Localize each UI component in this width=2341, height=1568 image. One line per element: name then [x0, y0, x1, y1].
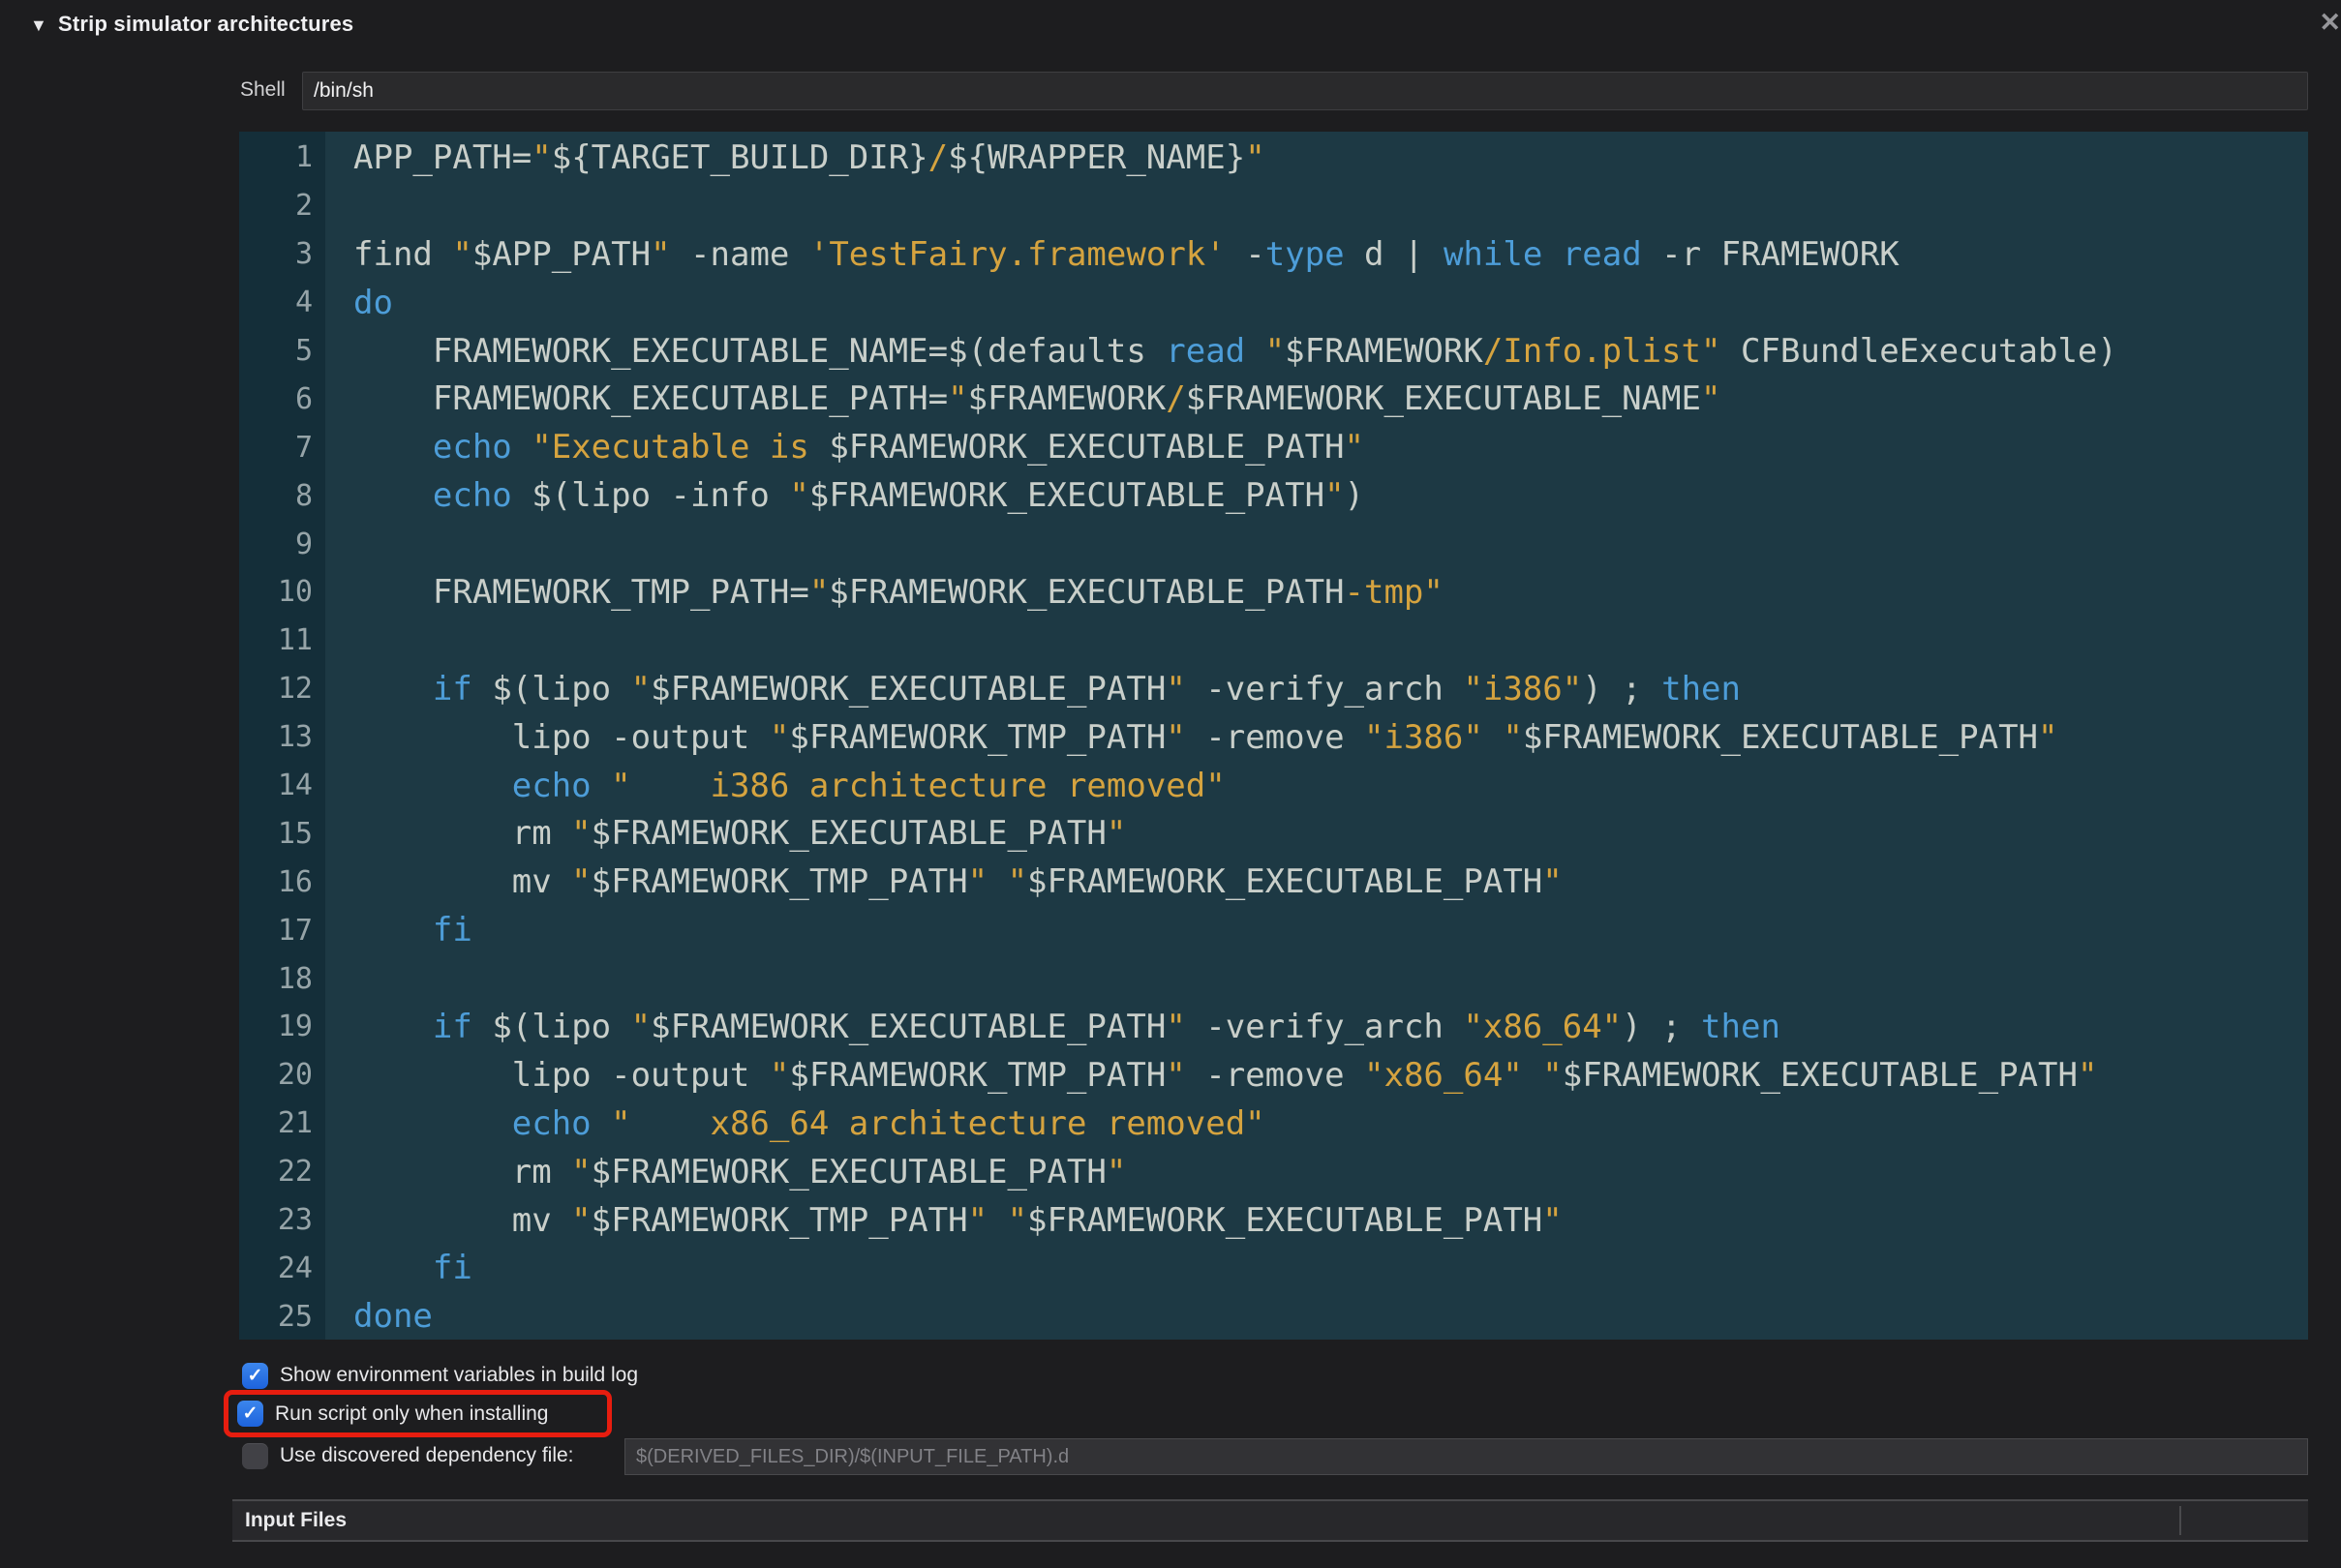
line-number: 15: [277, 816, 313, 851]
code-line: 18: [239, 954, 2308, 1003]
code-text: find "$APP_PATH" -name 'TestFairy.framew…: [353, 234, 1900, 274]
line-number: 1: [294, 140, 313, 175]
code-text: do: [353, 283, 393, 322]
code-line: 24 fi: [239, 1244, 2308, 1292]
input-files-header: Input Files: [232, 1499, 2308, 1542]
code-text: lipo -output "$FRAMEWORK_TMP_PATH" -remo…: [353, 717, 2058, 757]
code-text: echo " x86_64 architecture removed": [511, 1103, 1265, 1143]
line-number: 22: [277, 1155, 313, 1190]
use-dependency-file-checkbox[interactable]: [242, 1442, 268, 1469]
line-number: 19: [277, 1010, 313, 1044]
code-text: mv "$FRAMEWORK_TMP_PATH" "$FRAMEWORK_EXE…: [353, 1200, 1563, 1240]
checkmark-icon: ✓: [247, 1365, 263, 1386]
code-text: FRAMEWORK_EXECUTABLE_PATH="$FRAMEWORK/$F…: [353, 379, 1721, 419]
line-number: 14: [277, 769, 313, 803]
checkbox-row-show-env-vars[interactable]: ✓ Show environment variables in build lo…: [242, 1361, 638, 1390]
script-editor[interactable]: 1 APP_PATH="${TARGET_BUILD_DIR}/${WRAPPER…: [239, 132, 2308, 1340]
run-script-only-label: Run script only when installing: [275, 1402, 549, 1425]
code-line: 9: [239, 520, 2308, 568]
code-line: 17 fi: [239, 906, 2308, 954]
code-text: FRAMEWORK_EXECUTABLE_NAME=$(defaults rea…: [353, 331, 2117, 371]
code-line: 7 echo "Executable is $FRAMEWORK_EXECUTA…: [239, 423, 2308, 471]
code-line: 15 rm "$FRAMEWORK_EXECUTABLE_PATH": [239, 809, 2308, 858]
line-number: 13: [277, 720, 313, 755]
code-line: 11: [239, 617, 2308, 665]
code-line: 20 lipo -output "$FRAMEWORK_TMP_PATH" -r…: [239, 1051, 2308, 1100]
line-number: 17: [277, 913, 313, 948]
phase-title: Strip simulator architectures: [58, 12, 354, 36]
run-script-only-checkbox[interactable]: ✓: [237, 1401, 263, 1427]
code-line: 10 FRAMEWORK_TMP_PATH="$FRAMEWORK_EXECUT…: [239, 568, 2308, 617]
run-script-phase-panel: ▼ Strip simulator architectures ✕ Shell …: [0, 0, 2341, 1568]
line-number: 25: [277, 1299, 313, 1334]
dependency-file-input[interactable]: $(DERIVED_FILES_DIR)/$(INPUT_FILE_PATH).…: [624, 1438, 2308, 1475]
code-line: 16 mv "$FRAMEWORK_TMP_PATH" "$FRAMEWORK_…: [239, 858, 2308, 906]
code-text: if $(lipo "$FRAMEWORK_EXECUTABLE_PATH" -…: [432, 1007, 1780, 1046]
disclosure-triangle-icon[interactable]: ▼: [30, 15, 47, 36]
line-number: 7: [294, 430, 313, 465]
code-line: 19 if $(lipo "$FRAMEWORK_EXECUTABLE_PATH…: [239, 1003, 2308, 1051]
code-line: 22 rm "$FRAMEWORK_EXECUTABLE_PATH": [239, 1148, 2308, 1196]
line-number: 5: [294, 334, 313, 368]
code-text: if $(lipo "$FRAMEWORK_EXECUTABLE_PATH" -…: [432, 669, 1741, 709]
line-number: 24: [277, 1251, 313, 1285]
code-line: 2: [239, 182, 2308, 230]
code-line: 12 if $(lipo "$FRAMEWORK_EXECUTABLE_PATH…: [239, 665, 2308, 713]
checkbox-row-use-dependency-file[interactable]: Use discovered dependency file:: [242, 1440, 574, 1471]
dependency-file-placeholder: $(DERIVED_FILES_DIR)/$(INPUT_FILE_PATH).…: [636, 1446, 1070, 1467]
script-editor-lines: 1 APP_PATH="${TARGET_BUILD_DIR}/${WRAPPER…: [239, 134, 2308, 1340]
code-line: 5 FRAMEWORK_EXECUTABLE_NAME=$(defaults r…: [239, 327, 2308, 376]
line-number: 20: [277, 1058, 313, 1093]
line-number: 2: [294, 189, 313, 224]
shell-label: Shell: [240, 78, 286, 101]
code-text: FRAMEWORK_TMP_PATH="$FRAMEWORK_EXECUTABL…: [353, 572, 1444, 612]
line-number: 9: [294, 527, 313, 561]
line-number: 18: [277, 961, 313, 996]
code-line: 8 echo $(lipo -info "$FRAMEWORK_EXECUTAB…: [239, 471, 2308, 520]
code-text: echo " i386 architecture removed": [511, 766, 1226, 805]
code-line: 13 lipo -output "$FRAMEWORK_TMP_PATH" -r…: [239, 713, 2308, 762]
code-text: fi: [432, 911, 472, 950]
line-number: 8: [294, 478, 313, 513]
code-line: 23 mv "$FRAMEWORK_TMP_PATH" "$FRAMEWORK_…: [239, 1196, 2308, 1245]
code-line: 1 APP_PATH="${TARGET_BUILD_DIR}/${WRAPPER…: [239, 134, 2308, 182]
annotation-highlight: ✓ Run script only when installing: [224, 1390, 612, 1437]
checkmark-icon: ✓: [242, 1403, 258, 1424]
code-line: 25 done: [239, 1292, 2308, 1340]
line-number: 16: [277, 864, 313, 899]
code-text: lipo -output "$FRAMEWORK_TMP_PATH" -remo…: [353, 1055, 2098, 1095]
code-line: 14 echo " i386 architecture removed": [239, 762, 2308, 810]
code-line: 21 echo " x86_64 architecture removed": [239, 1100, 2308, 1148]
code-text: rm "$FRAMEWORK_EXECUTABLE_PATH": [353, 1152, 1127, 1191]
show-env-vars-label: Show environment variables in build log: [280, 1364, 639, 1386]
line-number: 12: [277, 672, 313, 707]
code-text: done: [353, 1297, 433, 1337]
column-divider: [2179, 1506, 2181, 1535]
line-number: 21: [277, 1106, 313, 1141]
code-line: 3 find "$APP_PATH" -name 'TestFairy.frame…: [239, 230, 2308, 279]
code-line: 6 FRAMEWORK_EXECUTABLE_PATH="$FRAMEWORK/…: [239, 375, 2308, 423]
code-text: echo "Executable is $FRAMEWORK_EXECUTABL…: [432, 428, 1365, 467]
show-env-vars-checkbox[interactable]: ✓: [242, 1362, 268, 1389]
checkbox-row-run-script-only[interactable]: ✓ Run script only when installing: [228, 1395, 607, 1432]
code-line: 4 do: [239, 279, 2308, 327]
line-number: 6: [294, 381, 313, 416]
line-number: 23: [277, 1203, 313, 1238]
shell-input[interactable]: /bin/sh: [302, 72, 2308, 110]
use-dependency-file-label: Use discovered dependency file:: [280, 1444, 574, 1466]
code-text: fi: [432, 1249, 472, 1288]
code-text: APP_PATH="${TARGET_BUILD_DIR}/${WRAPPER_…: [353, 137, 1265, 177]
close-icon[interactable]: ✕: [2319, 8, 2341, 38]
line-number: 4: [294, 286, 313, 320]
line-number: 11: [277, 623, 313, 658]
code-text: rm "$FRAMEWORK_EXECUTABLE_PATH": [353, 814, 1127, 854]
line-number: 10: [277, 575, 313, 610]
code-text: mv "$FRAMEWORK_TMP_PATH" "$FRAMEWORK_EXE…: [353, 862, 1563, 902]
code-text: echo $(lipo -info "$FRAMEWORK_EXECUTABLE…: [432, 476, 1365, 516]
input-files-label: Input Files: [245, 1509, 347, 1531]
line-number: 3: [294, 237, 313, 272]
